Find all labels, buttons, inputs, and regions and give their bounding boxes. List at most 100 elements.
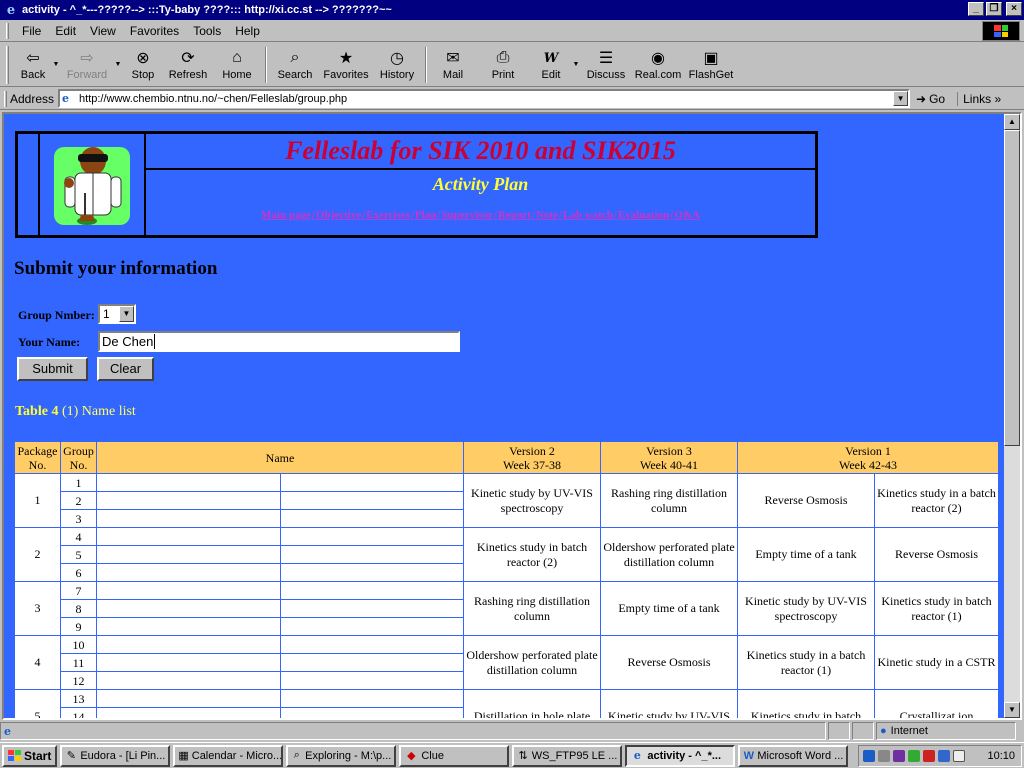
address-dropdown-button[interactable]: ▼ [893,91,909,106]
window-titlebar: e activity - ^_*---?????--> :::Ty-baby ?… [0,0,1024,20]
restore-button[interactable]: ❐ [986,2,1002,16]
menu-file[interactable]: File [15,24,48,38]
table-row: 4 10 Oldershow perforated plate distilla… [14,635,999,690]
task-eudora[interactable]: ✎ Eudora - [Li Pin... [60,744,171,767]
header-name: Name [96,441,464,474]
group-number-select[interactable]: 1 ▼ [98,304,136,324]
tray-icons [863,750,965,762]
nav-link-lab-watch[interactable]: Lab watch [563,209,613,221]
version-1a-cell: Kinetics study in a batch reactor (1) [737,635,875,690]
nav-link-exercises[interactable]: Exercises [366,209,410,221]
back-dropdown[interactable]: ▼ [51,43,61,68]
menu-help[interactable]: Help [228,24,267,38]
nav-link-main-page[interactable]: Main page [261,209,311,221]
volume-icon[interactable] [878,750,890,762]
menu-favorites[interactable]: Favorites [123,24,186,38]
mail-button[interactable]: ✉ Mail [431,43,475,81]
menu-edit[interactable]: Edit [48,24,83,38]
print-button[interactable]: ⎙ Print [475,43,531,81]
task-calendar[interactable]: ▦ Calendar - Micro... [173,744,284,767]
search-button[interactable]: ⌕ Search [271,43,319,81]
table-row: 3 7 Rashing ring distillation column Emp… [14,581,999,636]
nav-link-qa[interactable]: Q&A [674,209,700,221]
version-1b-cell: Reverse Osmosis [874,527,999,582]
nav-link-supervisor[interactable]: Supervisor [441,209,492,221]
task-exploring[interactable]: ⌕ Exploring - M:\p... [286,744,397,767]
page-subtitle: Activity Plan [432,174,529,194]
addressbar-grip[interactable] [4,90,7,107]
flashget-button[interactable]: ▣ FlashGet [685,43,737,81]
nav-link-note[interactable]: Note [536,209,558,221]
version-2-cell: Kinetic study by UV-VIS spectroscopy [463,473,601,528]
menu-tools[interactable]: Tools [186,24,228,38]
group-number: 12 [60,671,97,690]
edit-dropdown[interactable]: ▼ [571,43,581,68]
logo-cell [39,133,145,236]
minimize-button[interactable]: _ [968,2,984,16]
nav-link-objective[interactable]: Objective [316,209,361,221]
back-button[interactable]: ⇦ Back [15,43,51,81]
task-activity[interactable]: e activity - ^_*... [625,744,736,767]
name-cell [280,509,464,528]
group-number: 8 [60,599,97,618]
table-row: 2 4 Kinetics study in batch reactor (2) … [14,527,999,582]
mail-icon: ✉ [446,50,460,67]
name-cell [280,617,464,636]
vertical-scrollbar[interactable]: ▲ ▼ [1004,114,1020,718]
table-row: 1 1 Kinetic study by UV-VIS spectroscopy… [14,473,999,528]
mail-tray-icon[interactable] [953,750,965,762]
scroll-thumb[interactable] [1004,130,1020,446]
version-2-cell: Distillation in hole plate [463,689,601,718]
nav-link-plan[interactable]: Plan [415,209,436,221]
forward-dropdown[interactable]: ▼ [113,43,123,68]
scroll-down-button[interactable]: ▼ [1004,702,1020,718]
toolbar-grip[interactable] [6,46,9,84]
task-clue[interactable]: ◆ Clue [399,744,510,767]
version-1a-cell: Empty time of a tank [737,527,875,582]
group-number-label: Group Nmber: [18,308,95,322]
status-text-panel: e [0,722,826,740]
start-button[interactable]: Start [2,744,58,767]
menu-view[interactable]: View [83,24,123,38]
refresh-button[interactable]: ⟳ Refresh [163,43,213,81]
realplayer-icon[interactable] [938,750,950,762]
close-button[interactable]: × [1006,2,1022,16]
home-button[interactable]: ⌂ Home [213,43,261,81]
realcom-button[interactable]: ◉ Real.com [631,43,685,81]
forward-button[interactable]: ⇨ Forward [61,43,113,81]
go-button[interactable]: ➜ Go [916,92,945,106]
name-cell [280,689,464,708]
version-2-cell: Kinetics study in batch reactor (2) [463,527,601,582]
discuss-button[interactable]: ☰ Discuss [581,43,631,81]
header-version-1: Version 1 Week 42-43 [737,441,999,474]
history-button[interactable]: ◷ History [373,43,421,81]
group-number: 5 [60,545,97,564]
submit-button[interactable]: Submit [17,357,88,381]
version-3-cell: Empty time of a tank [600,581,738,636]
antivirus-icon[interactable] [893,750,905,762]
network-icon[interactable] [863,750,875,762]
task-word[interactable]: W Microsoft Word ... [738,744,849,767]
links-button[interactable]: Links » [957,91,1001,106]
nav-link-evaluation[interactable]: Evaluation [618,209,669,221]
name-cell [280,599,464,618]
name-cell [96,599,281,618]
address-input[interactable]: e http://www.chembio.ntnu.no/~chen/Felle… [58,89,911,108]
menubar-grip[interactable] [6,22,9,39]
header-spacer-cell [17,133,39,236]
chevron-down-icon[interactable]: ▼ [119,306,134,322]
alert-icon[interactable] [923,750,935,762]
globe-icon: ● [880,725,887,737]
nav-link-report[interactable]: Report [498,209,531,221]
version-1b-cell: Kinetic study in a CSTR [874,635,999,690]
edit-button[interactable]: W Edit [531,43,571,82]
name-cell [280,491,464,510]
messenger-icon[interactable] [908,750,920,762]
task-ws-ftp[interactable]: ⇅ WS_FTP95 LE ... [512,744,623,767]
name-cell [96,635,281,654]
stop-button[interactable]: ⊗ Stop [123,43,163,81]
name-input[interactable]: De Chen [98,331,460,352]
scroll-up-button[interactable]: ▲ [1004,114,1020,130]
clear-button[interactable]: Clear [97,357,154,381]
favorites-button[interactable]: ★ Favorites [319,43,373,81]
